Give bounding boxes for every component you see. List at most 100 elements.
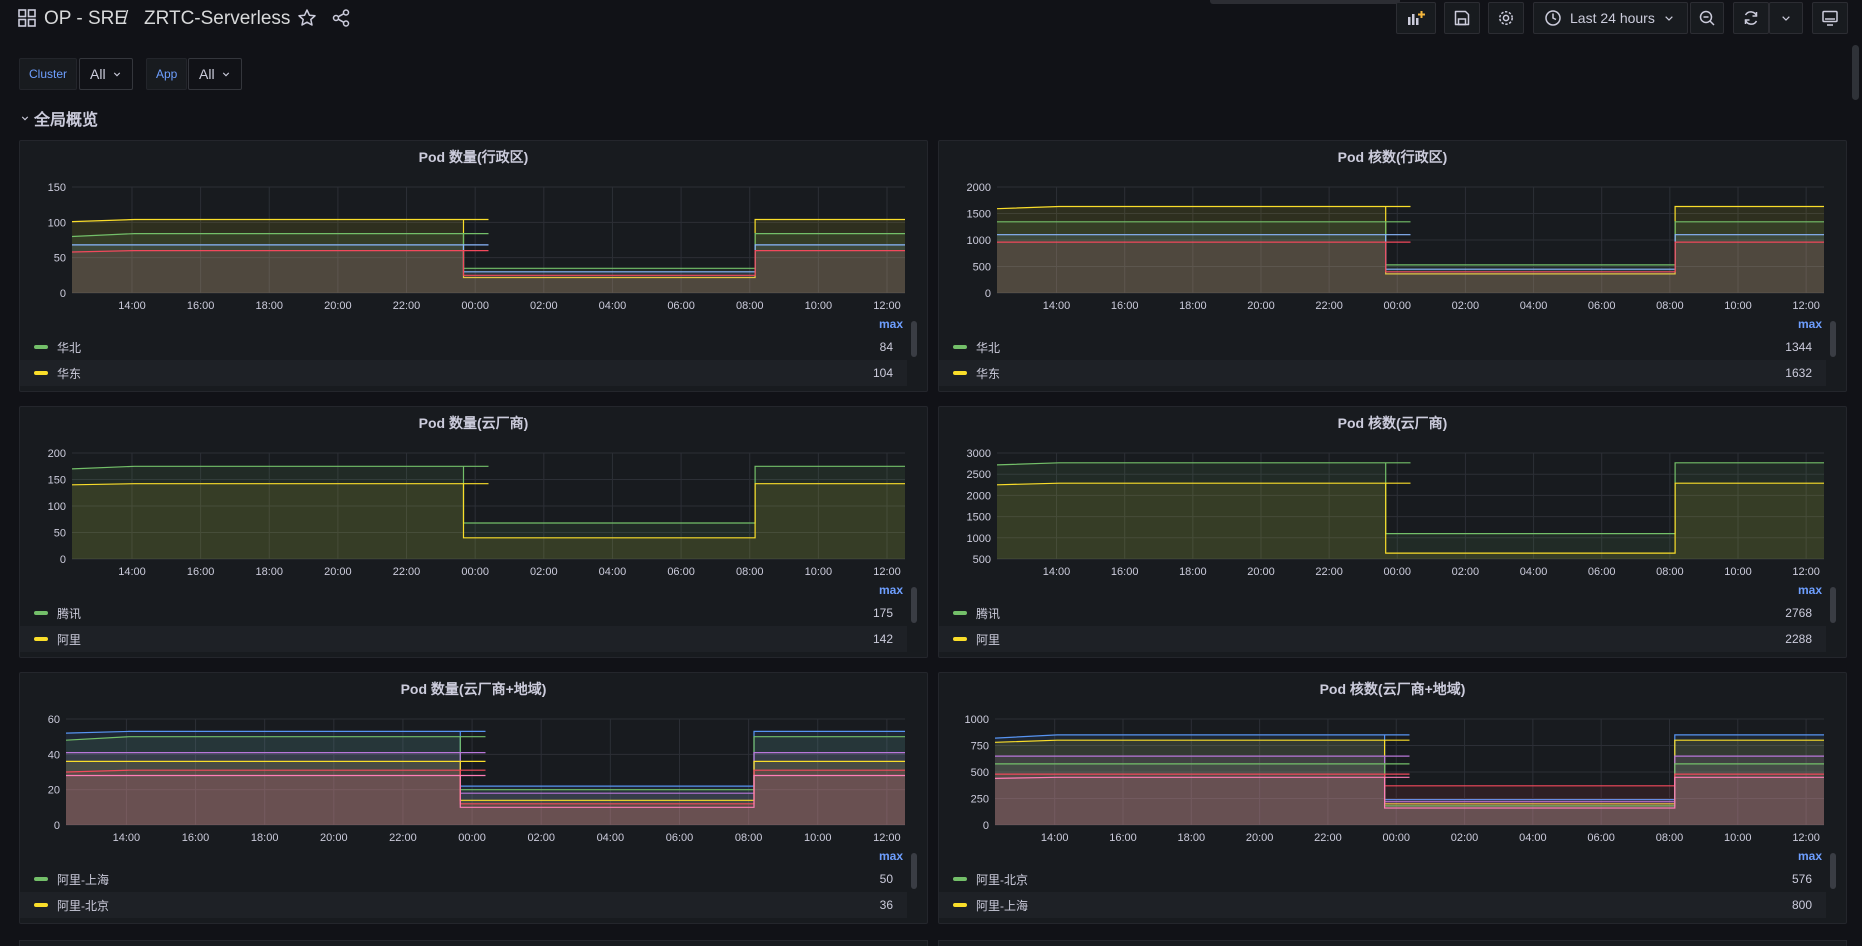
legend-item[interactable]: 阿里 2288 [939, 626, 1826, 652]
panel-5[interactable]: Pod 核数(云厂商+地域) 0 250 500 750 1000 14:00 16:00 18… [938, 672, 1847, 924]
variable-label-app: App [146, 58, 188, 90]
legend-item[interactable]: 腾讯 175 [20, 600, 907, 626]
x-tick-label: 08:00 [1656, 832, 1684, 844]
zoom-out-button[interactable] [1690, 2, 1724, 34]
refresh-button[interactable] [1733, 2, 1769, 34]
legend-item[interactable]: 腾讯 2768 [939, 600, 1826, 626]
x-tick-label: 12:00 [873, 300, 901, 312]
legend-column-header[interactable]: max [1798, 849, 1822, 863]
x-tick-label: 02:00 [1451, 832, 1479, 844]
x-tick-label: 04:00 [1520, 300, 1548, 312]
legend-column-header[interactable]: max [879, 849, 903, 863]
legend-item[interactable]: 阿里-北京 36 [20, 892, 907, 918]
x-tick-label: 08:00 [736, 300, 764, 312]
dashboard-settings-button[interactable] [1488, 2, 1524, 34]
y-tick-label: 20 [48, 785, 60, 797]
legend-item[interactable]: 阿里-北京 576 [939, 866, 1826, 892]
gear-icon [1499, 11, 1513, 25]
legend-scrollbar[interactable] [1830, 587, 1836, 623]
dashboards-grid-icon[interactable] [18, 9, 36, 27]
legend-scrollbar[interactable] [1830, 853, 1836, 889]
legend-item[interactable]: 阿里 142 [20, 626, 907, 652]
breadcrumb-folder[interactable]: OP - SRE [44, 8, 127, 30]
legend-column-header[interactable]: max [1798, 583, 1822, 597]
chart-svg[interactable]: 0 500 1000 1500 2000 14:00 16:00 18:00 20:00 22:0… [939, 141, 1848, 331]
legend-series-name: 华北 [57, 340, 82, 355]
legend-item[interactable]: 华北 1344 [939, 334, 1826, 360]
refresh-interval-dropdown[interactable] [1769, 2, 1803, 34]
y-tick-label: 0 [60, 554, 66, 566]
chevron-down-icon [21, 116, 29, 121]
panel-2[interactable]: Pod 数量(云厂商) 0 50 100 150 200 14:00 16:00 18:00 20… [19, 406, 928, 658]
legend-item[interactable]: 华东 104 [20, 360, 907, 386]
legend-scrollbar[interactable] [911, 853, 917, 889]
star-icon[interactable] [297, 8, 317, 28]
y-tick-label: 3000 [967, 448, 991, 460]
x-tick-label: 10:00 [1724, 832, 1752, 844]
panel-3[interactable]: Pod 核数(云厂商) 500 1000 1500 2000 2500 3000 14:00 1… [938, 406, 1847, 658]
legend-scrollbar[interactable] [911, 587, 917, 623]
legend-scrollbar[interactable] [911, 321, 917, 357]
y-tick-label: 1000 [967, 533, 991, 545]
legend-column-header[interactable]: max [879, 317, 903, 331]
share-icon[interactable] [331, 8, 351, 28]
time-range-picker[interactable]: Last 24 hours [1533, 2, 1688, 34]
x-tick-label: 00:00 [1384, 566, 1412, 578]
page-scrollbar[interactable] [1852, 45, 1859, 100]
x-tick-label: 12:00 [1792, 300, 1820, 312]
legend-swatch [953, 345, 967, 349]
x-tick-label: 22:00 [389, 832, 417, 844]
dashboard-title[interactable]: ZRTC-Serverless [144, 8, 290, 30]
chevron-down-icon [113, 72, 120, 77]
clock-icon [1545, 10, 1561, 26]
legend-max-value: 36 [879, 898, 893, 912]
x-tick-label: 06:00 [1587, 832, 1615, 844]
x-tick-label: 20:00 [1247, 300, 1275, 312]
variable-select-app[interactable]: All [188, 58, 242, 90]
add-panel-button[interactable] [1396, 2, 1436, 34]
legend-scrollbar[interactable] [1830, 321, 1836, 357]
legend-item[interactable]: 华北 84 [20, 334, 907, 360]
legend-column-header[interactable]: max [1798, 317, 1822, 331]
view-mode-button[interactable] [1812, 2, 1848, 34]
x-tick-label: 22:00 [393, 566, 421, 578]
legend-item[interactable]: 阿里-上海 800 [939, 892, 1826, 918]
chart-svg[interactable]: 0 250 500 750 1000 14:00 16:00 18:00 20:00 22:00 0… [939, 673, 1848, 863]
x-tick-label: 16:00 [182, 832, 210, 844]
panel-1[interactable]: Pod 核数(行政区) 0 500 1000 1500 2000 14:00 16:00 18:… [938, 140, 1847, 392]
y-tick-label: 40 [48, 749, 60, 761]
chart-svg[interactable]: 0 50 100 150 14:00 16:00 18:00 20:00 22:00 00:00 0… [20, 141, 929, 331]
y-tick-label: 0 [985, 288, 991, 300]
legend-series-name: 华东 [57, 366, 82, 381]
save-icon [1454, 10, 1470, 26]
y-tick-label: 60 [48, 714, 60, 726]
x-tick-label: 22:00 [393, 300, 421, 312]
x-tick-label: 14:00 [113, 832, 141, 844]
legend-max-value: 50 [879, 872, 893, 886]
legend-item[interactable]: 阿里-上海 50 [20, 866, 907, 892]
chart-svg[interactable]: 0 20 40 60 14:00 16:00 18:00 20:00 22:00 00:00 02:… [20, 673, 929, 863]
panel-4[interactable]: Pod 数量(云厂商+地域) 0 20 40 60 14:00 16:00 18:00 20:0… [19, 672, 928, 924]
breadcrumb-separator: / [123, 8, 129, 29]
legend-swatch [953, 611, 967, 615]
x-tick-label: 22:00 [1314, 832, 1342, 844]
row-header-overview[interactable]: 全局概览 [20, 106, 98, 130]
chart-svg[interactable]: 500 1000 1500 2000 2500 3000 14:00 16:00 18:00 20… [939, 407, 1848, 597]
x-tick-label: 14:00 [118, 300, 146, 312]
legend-series-name: 腾讯 [976, 606, 1001, 621]
x-tick-label: 00:00 [461, 300, 489, 312]
save-dashboard-button[interactable] [1444, 2, 1480, 34]
x-tick-label: 16:00 [187, 566, 215, 578]
legend-item[interactable]: 华东 1632 [939, 360, 1826, 386]
chart-svg[interactable]: 0 50 100 150 200 14:00 16:00 18:00 20:00 22:00 00:… [20, 407, 929, 597]
legend-max-value: 142 [872, 632, 893, 646]
x-tick-label: 02:00 [1452, 566, 1480, 578]
y-tick-label: 100 [48, 501, 66, 513]
legend-series-name: 腾讯 [57, 606, 82, 621]
panel-0[interactable]: Pod 数量(行政区) 0 50 100 150 14:00 16:00 18:00 20:00… [19, 140, 928, 392]
top-navbar: OP - SRE / ZRTC-Serverless Last 24 hours [0, 0, 1862, 40]
x-tick-label: 16:00 [1111, 300, 1139, 312]
y-tick-label: 150 [48, 475, 66, 487]
legend-column-header[interactable]: max [879, 583, 903, 597]
variable-select-cluster[interactable]: All [79, 58, 133, 90]
